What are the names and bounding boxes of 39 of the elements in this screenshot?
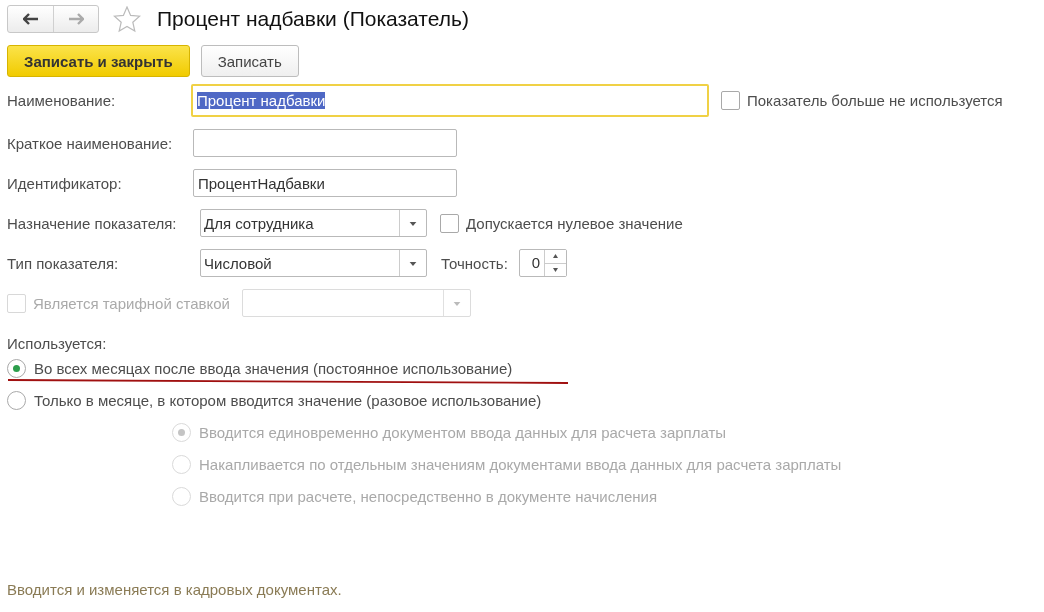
radio-label: Накапливается по отдельным значениям документами ввода данных для расчета зарплаты — [199, 455, 842, 473]
radio-button[interactable] — [7, 358, 26, 378]
radio-button[interactable] — [7, 390, 26, 410]
precision-spinner[interactable]: 0 — [519, 249, 567, 277]
selected-text: Процент надбавки — [197, 91, 326, 109]
short-name-input[interactable] — [193, 129, 457, 157]
checkbox[interactable] — [721, 90, 740, 110]
up-triangle-icon — [553, 254, 558, 259]
field-label: Точность: — [441, 254, 509, 272]
field-label: Тип показателя: — [7, 254, 120, 272]
select-value: Для сотрудника — [203, 214, 315, 232]
type-select[interactable]: Числовой — [200, 249, 427, 277]
spinner-value: 0 — [530, 253, 541, 273]
save-button[interactable]: Записать — [200, 45, 299, 77]
tariff-select[interactable] — [241, 289, 471, 317]
radio-label: Только в месяце, в котором вводится значение (разовое использование) — [34, 391, 542, 409]
down-triangle-icon — [553, 267, 558, 272]
checkbox-label: Является тарифной ставкой — [33, 294, 230, 312]
window-title: Процент надбавки (Показатель) — [157, 7, 469, 31]
left-arrow-icon — [22, 13, 39, 25]
field-label: Назначение показателя: — [7, 214, 178, 232]
field-label: Наименование: — [7, 91, 117, 109]
purpose-select[interactable]: Для сотрудника — [200, 209, 427, 237]
checkbox[interactable] — [440, 213, 459, 233]
radio-label: Во всех месяцах после ввода значения (постоянное использование) — [34, 359, 513, 377]
select-value: Числовой — [203, 254, 273, 272]
checkbox-label: Допускается нулевое значение — [466, 214, 683, 232]
star-icon[interactable] — [113, 5, 141, 33]
field-label: Краткое наименование: — [7, 134, 174, 152]
name-input[interactable]: Процент надбавки — [191, 83, 709, 117]
radio-label: Вводится единовременно документом ввода данных для расчета зарплаты — [199, 423, 727, 441]
radio-label: Вводится при расчете, непосредственно в документе начисления — [199, 487, 658, 505]
identifier-input[interactable]: ПроцентНадбавки — [193, 169, 457, 197]
checkbox-label: Показатель больше не используется — [747, 91, 1003, 109]
field-label: Идентификатор: — [7, 174, 123, 192]
right-arrow-icon — [68, 13, 84, 25]
footer-note: Вводится и изменяется в кадровых документах. — [7, 581, 343, 598]
save-and-close-button[interactable]: Записать и закрыть — [7, 45, 190, 77]
section-label: Используется: — [7, 335, 107, 352]
